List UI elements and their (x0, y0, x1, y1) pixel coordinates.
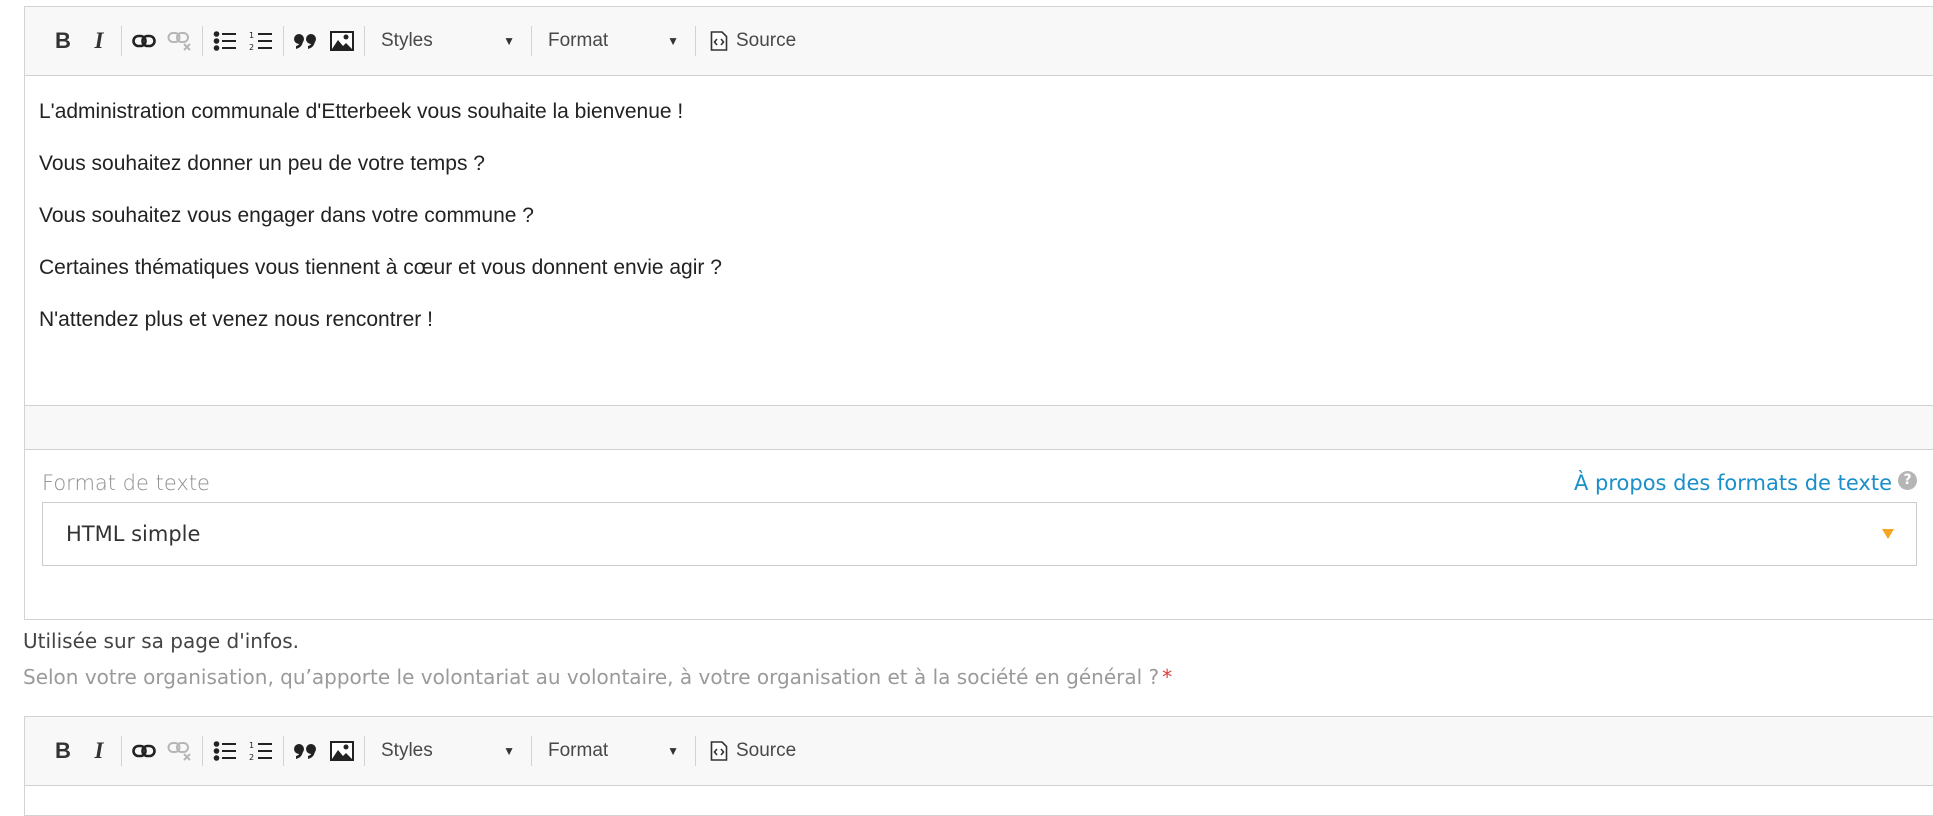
source-button[interactable]: Source (700, 733, 806, 769)
chevron-down-icon: ▼ (667, 744, 679, 758)
body-editor: B I 12 Styles ▼ Format ▼ Source L'admini… (24, 6, 1933, 620)
volunteering-editor: B I 12 Styles ▼ Format ▼ Source (24, 716, 1933, 816)
svg-text:1: 1 (249, 31, 254, 40)
source-icon (710, 741, 728, 761)
italic-button[interactable]: I (81, 733, 117, 769)
next-field-label: Selon votre organisation, qu’apporte le … (23, 665, 1172, 689)
link-button[interactable] (126, 733, 162, 769)
text-format-section: Format de texte À propos des formats de … (25, 450, 1933, 621)
toolbar-separator (121, 26, 122, 56)
editor-paragraph[interactable]: N'attendez plus et venez nous rencontrer… (39, 307, 1919, 333)
field-description: Utilisée sur sa page d'infos. (23, 629, 300, 653)
format-dropdown-label: Format (548, 740, 609, 761)
text-format-label: Format de texte (42, 471, 210, 495)
numbered-list-button[interactable]: 12 (243, 733, 279, 769)
svg-text:2: 2 (249, 43, 254, 52)
toolbar-separator (695, 736, 696, 766)
quote-icon (294, 34, 316, 49)
text-format-select[interactable]: HTML simple (42, 502, 1917, 566)
dropdown-arrow-icon (1882, 529, 1894, 539)
toolbar-separator (364, 26, 365, 56)
toolbar-separator (121, 736, 122, 766)
text-format-help-link[interactable]: À propos des formats de texte ? (1573, 470, 1917, 495)
toolbar-separator (364, 736, 365, 766)
image-icon (330, 31, 354, 51)
editor-paragraph[interactable]: Certaines thématiques vous tiennent à cœ… (39, 255, 1919, 281)
unlink-button[interactable] (162, 733, 198, 769)
quote-icon (294, 744, 316, 759)
editor-content[interactable]: L'administration communale d'Etterbeek v… (25, 76, 1933, 405)
toolbar-separator (531, 736, 532, 766)
italic-button[interactable]: I (81, 23, 117, 59)
unlink-button[interactable] (162, 23, 198, 59)
editor-toolbar: B I 12 Styles ▼ Format ▼ Source (25, 7, 1933, 76)
editor-toolbar: B I 12 Styles ▼ Format ▼ Source (25, 717, 1933, 786)
unlink-icon (167, 742, 191, 761)
unlink-icon (167, 32, 191, 51)
image-icon (330, 741, 354, 761)
link-icon (132, 34, 156, 48)
source-button-label: Source (736, 30, 797, 51)
svg-text:1: 1 (249, 741, 254, 750)
link-icon (132, 744, 156, 758)
toolbar-separator (202, 736, 203, 766)
chevron-down-icon: ▼ (503, 34, 515, 48)
required-marker: * (1162, 665, 1173, 689)
image-button[interactable] (324, 23, 360, 59)
bulleted-list-icon (213, 31, 236, 51)
toolbar-separator (283, 736, 284, 766)
source-icon (710, 31, 728, 51)
editor-paragraph[interactable]: Vous souhaitez vous engager dans votre c… (39, 203, 1919, 229)
svg-text:2: 2 (249, 753, 254, 762)
text-format-selected-value: HTML simple (66, 522, 201, 546)
blockquote-button[interactable] (288, 733, 324, 769)
format-dropdown[interactable]: Format ▼ (536, 733, 691, 769)
image-button[interactable] (324, 733, 360, 769)
toolbar-separator (283, 26, 284, 56)
toolbar-separator (202, 26, 203, 56)
text-format-header: Format de texte À propos des formats de … (42, 468, 1917, 498)
source-button-label: Source (736, 740, 797, 761)
format-dropdown-label: Format (548, 30, 609, 51)
editor-paragraph[interactable]: L'administration communale d'Etterbeek v… (39, 99, 1919, 125)
numbered-list-button[interactable]: 12 (243, 23, 279, 59)
next-field-label-text: Selon votre organisation, qu’apporte le … (23, 665, 1160, 689)
numbered-list-icon: 12 (249, 741, 272, 762)
styles-dropdown-label: Styles (381, 740, 433, 761)
chevron-down-icon: ▼ (667, 34, 679, 48)
link-button[interactable] (126, 23, 162, 59)
source-button[interactable]: Source (700, 23, 806, 59)
numbered-list-icon: 12 (249, 31, 272, 52)
blockquote-button[interactable] (288, 23, 324, 59)
help-icon: ? (1898, 470, 1917, 490)
text-format-help-link-label: À propos des formats de texte (1573, 471, 1892, 495)
chevron-down-icon: ▼ (503, 744, 515, 758)
editor-status-bar (25, 405, 1933, 450)
styles-dropdown[interactable]: Styles ▼ (369, 23, 527, 59)
styles-dropdown[interactable]: Styles ▼ (369, 733, 527, 769)
styles-dropdown-label: Styles (381, 30, 433, 51)
bold-button[interactable]: B (45, 733, 81, 769)
bulleted-list-icon (213, 741, 236, 761)
format-dropdown[interactable]: Format ▼ (536, 23, 691, 59)
toolbar-separator (695, 26, 696, 56)
toolbar-separator (531, 26, 532, 56)
editor-paragraph[interactable]: Vous souhaitez donner un peu de votre te… (39, 151, 1919, 177)
bulleted-list-button[interactable] (207, 23, 243, 59)
bulleted-list-button[interactable] (207, 733, 243, 769)
bold-button[interactable]: B (45, 23, 81, 59)
